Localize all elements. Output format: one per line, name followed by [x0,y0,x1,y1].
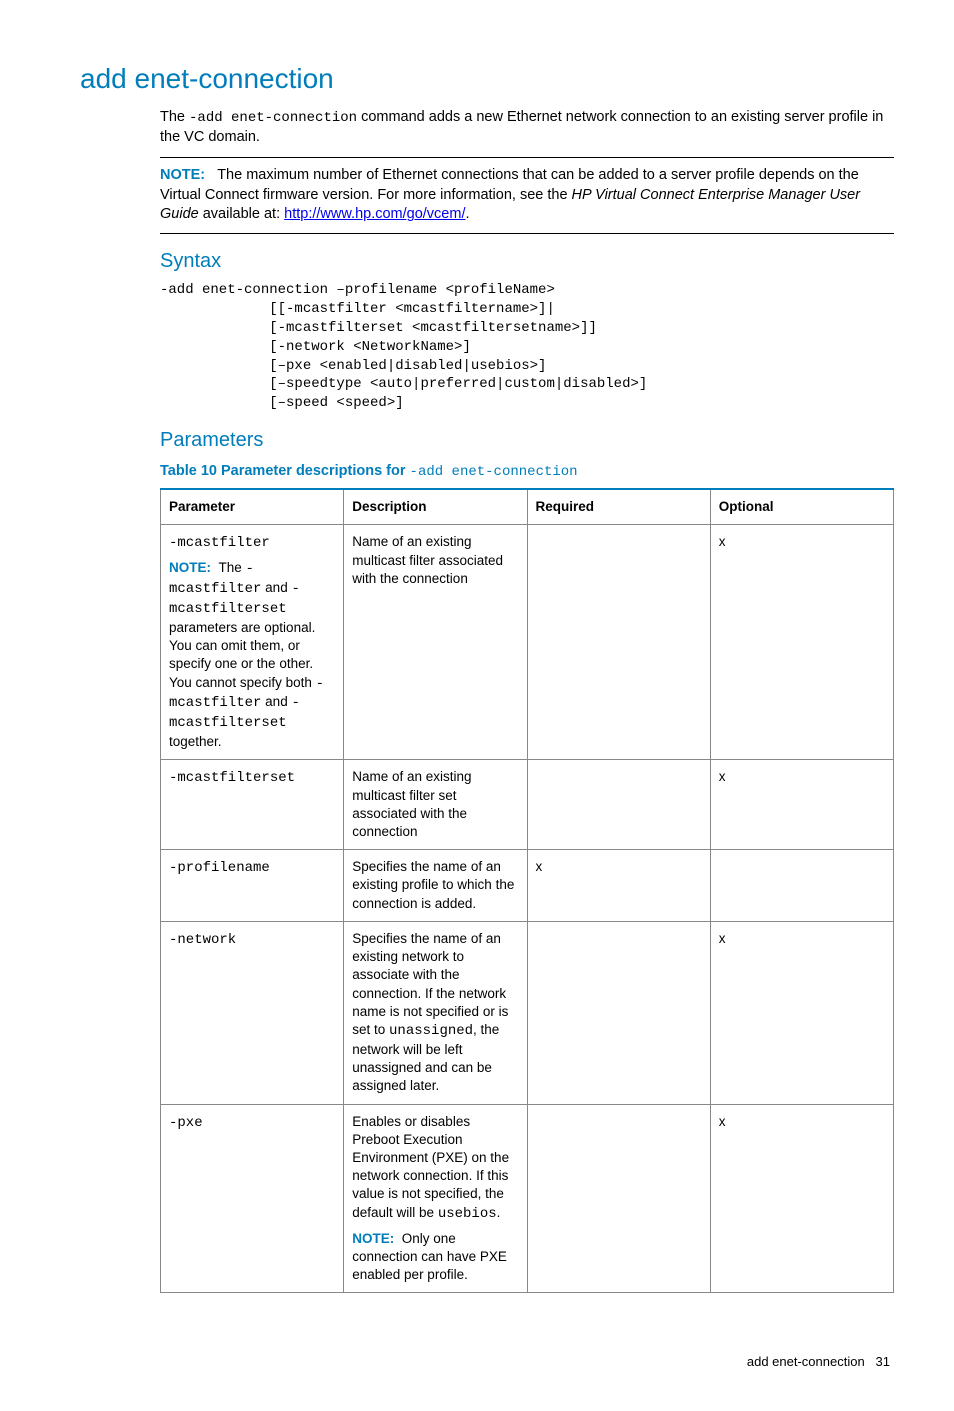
row-note-t1: The [219,560,246,575]
cell-required [527,525,710,760]
footer-title: add enet-connection [747,1354,865,1369]
desc-t2: . [497,1205,501,1220]
row-note-t5: together. [169,734,222,749]
cell-description: Specifies the name of an existing networ… [344,921,527,1104]
syntax-heading: Syntax [160,248,894,275]
row-note-label: NOTE: [352,1231,394,1246]
parameters-heading: Parameters [160,427,894,454]
cell-description: Enables or disables Preboot Execution En… [344,1104,527,1293]
cell-parameter: -mcastfilter NOTE: The -mcastfilter and … [161,525,344,760]
cell-required [527,921,710,1104]
cell-parameter: -profilename [161,850,344,922]
note-text-2: available at: [199,206,284,222]
intro-command: -add enet-connection [189,110,357,126]
cell-optional [710,850,893,922]
cell-required [527,760,710,850]
footer-page: 31 [876,1354,890,1369]
param-code: -pxe [169,1115,203,1131]
note-link[interactable]: http://www.hp.com/go/vcem/ [284,206,465,222]
cell-required: x [527,850,710,922]
row-note-t4: and [261,694,291,709]
desc-c1: usebios [438,1206,497,1222]
table-row: -mcastfilterset Name of an existing mult… [161,760,894,850]
cell-optional: x [710,525,893,760]
param-code: -mcastfilterset [169,770,295,786]
cell-parameter: -network [161,921,344,1104]
intro-prefix: The [160,109,189,125]
param-code: -network [169,932,236,948]
cell-optional: x [710,1104,893,1293]
table-row: -pxe Enables or disables Preboot Executi… [161,1104,894,1293]
table-row: -profilename Specifies the name of an ex… [161,850,894,922]
page-footer: add enet-connection 31 [60,1353,894,1371]
note-block: NOTE: The maximum number of Ethernet con… [160,157,894,234]
row-note-t2: and [261,580,291,595]
cell-optional: x [710,921,893,1104]
row-note-label: NOTE: [169,560,211,575]
col-parameter: Parameter [161,489,344,525]
col-required: Required [527,489,710,525]
param-code: -mcastfilter [169,535,270,551]
cell-required [527,1104,710,1293]
cell-description: Name of an existing multicast filter set… [344,760,527,850]
table-caption: Table 10 Parameter descriptions for -add… [160,462,894,482]
page-title: add enet-connection [80,60,894,98]
table-header-row: Parameter Description Required Optional [161,489,894,525]
cell-description: Specifies the name of an existing profil… [344,850,527,922]
table-row: -network Specifies the name of an existi… [161,921,894,1104]
cell-parameter: -pxe [161,1104,344,1293]
col-description: Description [344,489,527,525]
row-note-t3: parameters are optional. You can omit th… [169,620,316,690]
desc-c1: unassigned [389,1023,473,1039]
table-row: -mcastfilter NOTE: The -mcastfilter and … [161,525,894,760]
note-period: . [465,206,469,222]
table-caption-lead: Table 10 Parameter descriptions for [160,463,410,479]
table-caption-code: -add enet-connection [410,464,578,480]
param-code: -profilename [169,860,270,876]
syntax-block: -add enet-connection –profilename <profi… [160,281,894,413]
cell-parameter: -mcastfilterset [161,760,344,850]
intro-paragraph: The -add enet-connection command adds a … [160,108,894,147]
col-optional: Optional [710,489,893,525]
parameters-table: Parameter Description Required Optional … [160,488,894,1293]
cell-optional: x [710,760,893,850]
cell-description: Name of an existing multicast filter ass… [344,525,527,760]
desc-t1: Enables or disables Preboot Execution En… [352,1114,509,1220]
note-label: NOTE: [160,167,205,183]
